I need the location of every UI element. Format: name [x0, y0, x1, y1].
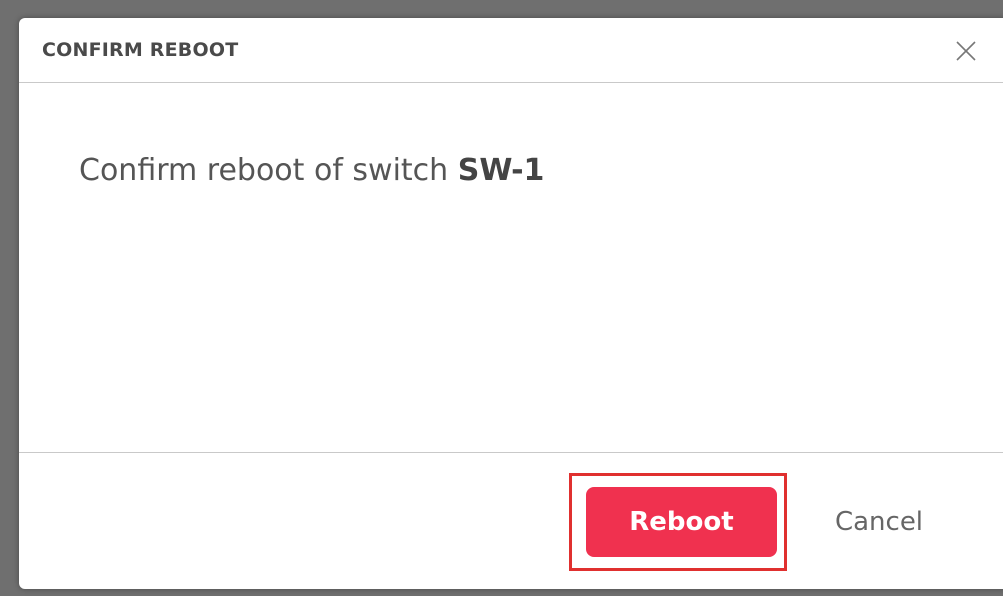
- reboot-button[interactable]: Reboot: [586, 487, 777, 557]
- confirmation-message: Confirm reboot of switch SW-1: [79, 153, 544, 188]
- confirm-reboot-dialog: CONFIRM REBOOT Confirm reboot of switch …: [19, 18, 1003, 589]
- close-icon: [956, 41, 976, 61]
- message-text: Confirm reboot of switch: [79, 153, 458, 188]
- dialog-header: CONFIRM REBOOT: [19, 18, 1003, 83]
- dialog-title: CONFIRM REBOOT: [42, 39, 239, 61]
- cancel-button[interactable]: Cancel: [809, 487, 949, 557]
- dialog-footer: Reboot Cancel: [19, 452, 1003, 589]
- close-button[interactable]: [955, 40, 977, 62]
- dialog-body: Confirm reboot of switch SW-1: [19, 83, 1003, 452]
- switch-name: SW-1: [457, 153, 545, 188]
